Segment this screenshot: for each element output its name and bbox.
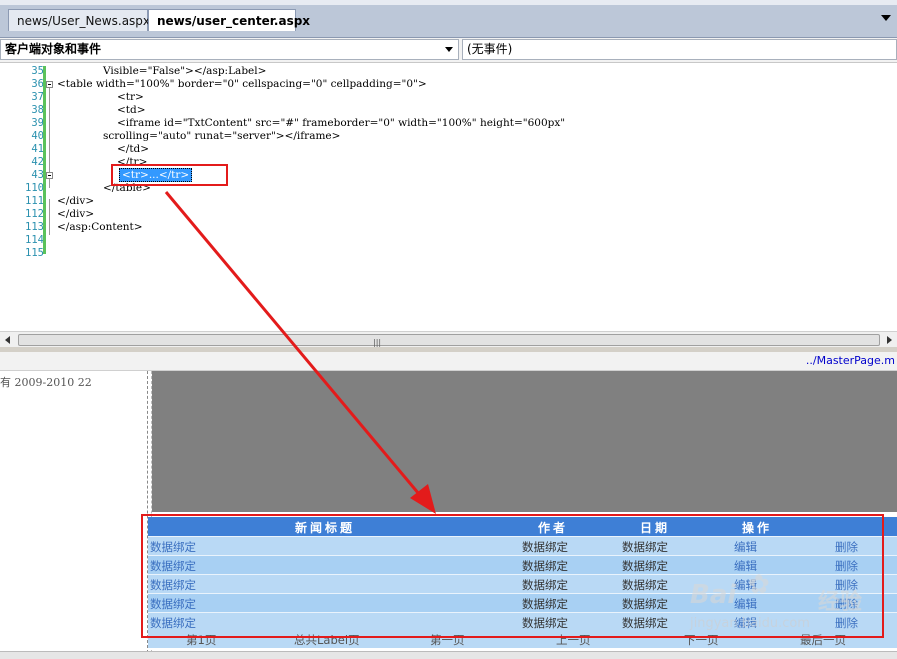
tab-user-center[interactable]: news/user_center.aspx: [148, 9, 310, 31]
line-number: 114: [25, 234, 44, 246]
line-number: 36: [31, 78, 44, 90]
code-line-38: <td>: [117, 104, 146, 116]
scroll-right-icon[interactable]: [887, 336, 892, 344]
document-tab-strip: news/User_News.aspx news/user_center.asp…: [0, 0, 897, 38]
line-number: 112: [25, 208, 44, 220]
line-number: 42: [31, 156, 44, 168]
line-number: 35: [31, 65, 44, 77]
scrollbar-thumb[interactable]: |||: [18, 334, 880, 347]
watermark-brand: Bai: [690, 580, 737, 610]
line-number: 43: [31, 169, 44, 181]
line-number: 111: [25, 195, 44, 207]
tab-list-dropdown-icon[interactable]: [879, 12, 893, 24]
code-line-40: scrolling="auto" runat="server"></iframe…: [103, 130, 341, 142]
code-text: Visible="False"></asp:Label> <table widt…: [57, 63, 565, 243]
line-number: 113: [25, 221, 44, 233]
left-column-text: 有 2009-2010 22: [0, 376, 92, 389]
line-number: 38: [31, 104, 44, 116]
line-number: 40: [31, 130, 44, 142]
line-number: 39: [31, 117, 44, 129]
line-number: 37: [31, 91, 44, 103]
collapse-toggle-icon[interactable]: [46, 81, 53, 88]
design-view-bar: ../MasterPage.m: [0, 352, 897, 371]
code-line-113: </asp:Content>: [57, 221, 143, 233]
tab-strip-top-line: [0, 0, 897, 5]
source-editor[interactable]: 35 36 37 38 39 40 41 42 43 110 111 112 1…: [0, 63, 897, 331]
iframe-placeholder[interactable]: [152, 371, 897, 512]
events-dropdown[interactable]: (无事件): [462, 39, 897, 60]
line-number: 110: [25, 182, 44, 194]
outline-guide-line: [49, 199, 50, 235]
code-line-111: </div>: [57, 195, 95, 207]
master-page-link[interactable]: ../MasterPage.m: [806, 354, 895, 367]
scrollbar-grip: |||: [373, 338, 382, 347]
baidu-watermark: Bai ✿ 经验 jingyan.baidu.com: [690, 556, 890, 636]
code-line-112: </div>: [57, 208, 95, 220]
code-line-36: <table width="100%" border="0" cellspaci…: [57, 78, 427, 90]
change-tracking-bar: [43, 66, 46, 254]
horizontal-scrollbar[interactable]: |||: [0, 331, 897, 347]
code-line-37: <tr>: [117, 91, 144, 103]
code-highlight-box: [111, 164, 228, 186]
paw-logo-icon: ✿: [748, 570, 770, 600]
line-number: 41: [31, 143, 44, 155]
scroll-left-icon[interactable]: [5, 336, 10, 344]
watermark-brand-zh: 经验: [818, 590, 863, 615]
expand-toggle-icon[interactable]: [46, 172, 53, 179]
line-number: 115: [25, 247, 44, 259]
chevron-down-icon[interactable]: [445, 47, 453, 52]
code-line-35: Visible="False"></asp:Label>: [103, 65, 267, 77]
code-line-39: <iframe id="TxtContent" src="#" framebor…: [117, 117, 566, 129]
line-number-gutter: 35 36 37 38 39 40 41 42 43 110 111 112 1…: [0, 63, 44, 331]
tab-user-news[interactable]: news/User_News.aspx: [8, 9, 150, 31]
navigation-bar: 客户端对象和事件 (无事件): [0, 38, 897, 63]
client-objects-events-dropdown[interactable]: 客户端对象和事件: [0, 39, 459, 60]
events-dropdown-label: (无事件): [467, 42, 513, 56]
watermark-url: jingyan.baidu.com: [690, 616, 810, 631]
code-line-41: </td>: [117, 143, 150, 155]
client-objects-events-label: 客户端对象和事件: [5, 42, 102, 56]
